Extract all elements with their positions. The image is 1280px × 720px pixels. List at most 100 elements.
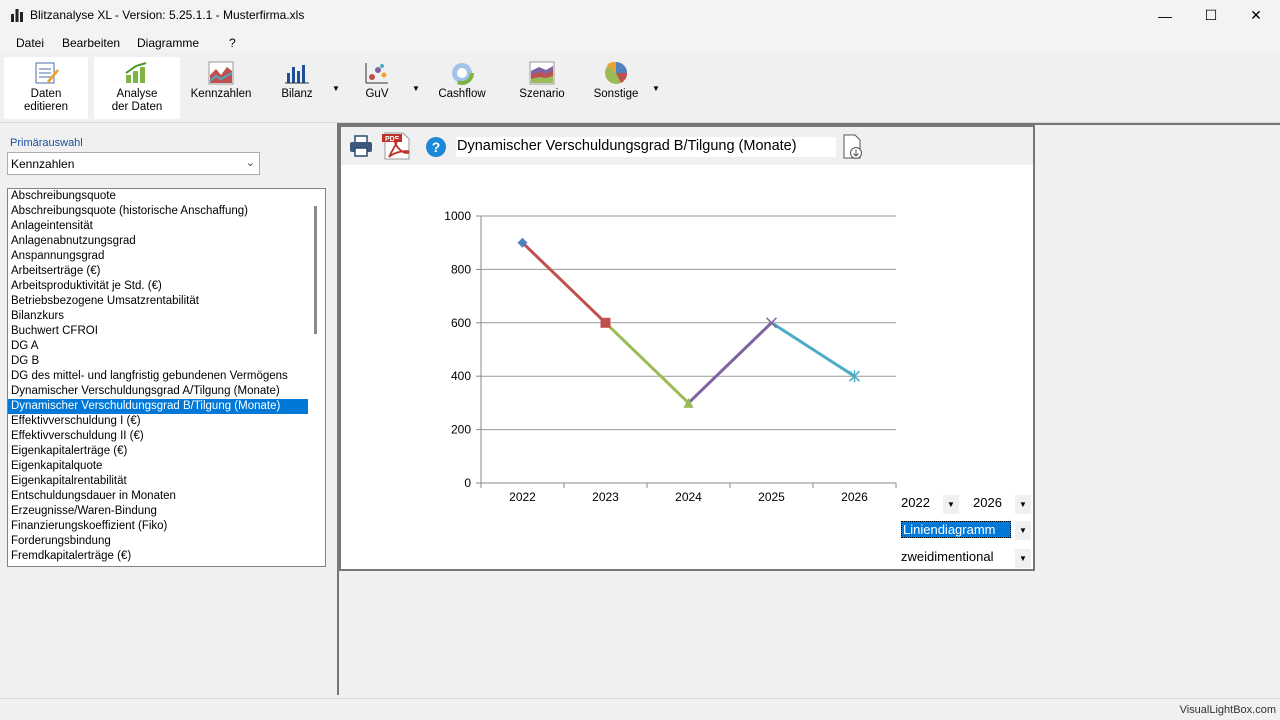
line-segment [521, 241, 607, 324]
status-bar: VisualLightBox.com [0, 698, 1280, 720]
x-tick-label: 2022 [509, 490, 536, 504]
analysis-icon [125, 62, 147, 83]
sonstige-button[interactable]: Sonstige [588, 57, 644, 119]
menu-bearbeiten[interactable]: Bearbeiten [62, 36, 120, 50]
y-tick-label: 1000 [444, 209, 471, 223]
app-icon [11, 9, 23, 22]
list-item[interactable]: Abschreibungsquote [8, 189, 308, 204]
szenario-icon [529, 61, 555, 85]
bilanz-label: Bilanz [281, 88, 313, 100]
chart-title-field[interactable]: Dynamischer Verschuldungsgrad B/Tilgung … [456, 137, 836, 157]
line-segment [687, 321, 773, 404]
year-to-value: 2026 [973, 495, 1002, 510]
toolbar: Daten editieren Analyse der Daten Kennza… [0, 53, 1280, 123]
primaerauswahl-label: Primärauswahl [10, 137, 83, 149]
y-tick-label: 800 [451, 262, 471, 276]
x-tick-label: 2026 [841, 490, 868, 504]
sonstige-dropdown-icon[interactable]: ▼ [652, 84, 660, 93]
chart-toolbar: PDF ? Dynamischer Verschuldungsgrad B/Ti… [341, 127, 1033, 165]
x-tick-label: 2023 [592, 490, 619, 504]
kennzahlen-list[interactable]: Abschreibungsquote Abschreibungsquote (hi… [7, 188, 326, 567]
list-item[interactable]: Effektivverschuldung I (€) [8, 414, 308, 429]
help-icon[interactable]: ? [425, 136, 447, 158]
list-item[interactable]: Fremdkapitalerträge (€) [8, 549, 308, 564]
list-item[interactable]: DG des mittel- und langfristig gebundene… [8, 369, 308, 384]
primaerauswahl-value: Kennzahlen [11, 157, 75, 171]
maximize-button[interactable]: ☐ [1188, 0, 1234, 31]
menu-help[interactable]: ? [229, 36, 236, 50]
print-icon[interactable] [349, 135, 373, 157]
guv-dropdown-icon[interactable]: ▼ [412, 84, 420, 93]
list-item[interactable]: Dynamischer Verschuldungsgrad B/Tilgung … [8, 399, 308, 414]
dropdown-arrow-icon: ▼ [1015, 521, 1031, 540]
y-tick-label: 400 [451, 369, 471, 383]
kennzahlen-icon [208, 61, 234, 85]
dimension-select[interactable]: zweidimentional ▼ [901, 549, 1031, 568]
kennzahlen-button[interactable]: Kennzahlen [186, 57, 256, 119]
chart-type-value: Liniendiagramm [901, 521, 1011, 538]
guv-label: GuV [365, 88, 389, 100]
pdf-icon[interactable]: PDF [381, 131, 413, 161]
analyse-label: Analyse der Daten [111, 88, 163, 113]
szenario-label: Szenario [519, 88, 565, 100]
list-item[interactable]: Finanzierungskoeffizient (Fiko) [8, 519, 308, 534]
line-segment [770, 321, 856, 378]
y-axis-ticks: 0 200 400 600 800 1000 [444, 209, 471, 490]
dimension-value: zweidimentional [901, 549, 994, 564]
primaerauswahl-select[interactable]: Kennzahlen ⌄ [7, 152, 260, 175]
menu-bar: Datei Bearbeiten Diagramme ? [0, 31, 1280, 53]
bilanz-icon [285, 65, 309, 84]
list-item[interactable]: DG B [8, 354, 308, 369]
chart-type-select[interactable]: Liniendiagramm ▼ [901, 521, 1031, 540]
list-item[interactable]: DG A [8, 339, 308, 354]
list-item[interactable]: Abschreibungsquote (historische Anschaff… [8, 204, 308, 219]
x-tick-label: 2024 [675, 490, 702, 504]
menu-diagramme[interactable]: Diagramme [137, 36, 199, 50]
bilanz-button[interactable]: Bilanz [270, 57, 324, 119]
list-scrollbar[interactable] [314, 206, 317, 334]
x-axis-ticks: 2022 2023 2024 2025 2026 [509, 490, 868, 504]
cashflow-label: Cashflow [438, 88, 486, 100]
list-item[interactable]: Erzeugnisse/Waren-Bindung [8, 504, 308, 519]
cashflow-button[interactable]: Cashflow [432, 57, 492, 119]
status-text: VisualLightBox.com [1179, 704, 1276, 716]
list-item[interactable]: Arbeitsproduktivität je Std. (€) [8, 279, 308, 294]
list-item[interactable]: Eigenkapitalquote [8, 459, 308, 474]
list-item[interactable]: Eigenkapitalrentabilität [8, 474, 308, 489]
svg-text:?: ? [432, 139, 441, 155]
y-tick-label: 200 [451, 423, 471, 437]
close-button[interactable]: ✕ [1233, 0, 1279, 31]
list-item[interactable]: Entschuldungsdauer in Monaten [8, 489, 308, 504]
year-from-select[interactable]: 2022 ▼ [901, 495, 959, 514]
daten-editieren-button[interactable]: Daten editieren [4, 57, 88, 119]
list-item[interactable]: Buchwert CFROI [8, 324, 308, 339]
list-item[interactable]: Dynamischer Verschuldungsgrad A/Tilgung … [8, 384, 308, 399]
minimize-button[interactable]: — [1142, 0, 1188, 31]
x-tick-label: 2025 [758, 490, 785, 504]
guv-button[interactable]: GuV [356, 57, 398, 119]
list-item[interactable]: Eigenkapitalerträge (€) [8, 444, 308, 459]
list-item[interactable]: Anlageintensität [8, 219, 308, 234]
list-item[interactable]: Anspannungsgrad [8, 249, 308, 264]
edit-data-icon [35, 62, 59, 84]
list-item[interactable]: Bilanzkurs [8, 309, 308, 324]
list-item[interactable]: Betriebsbezogene Umsatzrentabilität [8, 294, 308, 309]
bilanz-dropdown-icon[interactable]: ▼ [332, 84, 340, 93]
list-item[interactable]: Arbeitserträge (€) [8, 264, 308, 279]
line-segment [604, 321, 690, 404]
szenario-button[interactable]: Szenario [512, 57, 572, 119]
guv-icon [365, 63, 388, 84]
analyse-button[interactable]: Analyse der Daten [94, 57, 180, 119]
list-item[interactable]: Forderungsbindung [8, 534, 308, 549]
list-item[interactable]: Effektivverschuldung II (€) [8, 429, 308, 444]
kennzahlen-label: Kennzahlen [190, 88, 252, 100]
daten-editieren-label: Daten editieren [23, 88, 69, 113]
chevron-down-icon: ⌄ [245, 157, 255, 169]
menu-datei[interactable]: Datei [16, 36, 44, 50]
sonstige-icon [605, 61, 628, 84]
cashflow-icon [450, 61, 474, 85]
list-item[interactable]: Anlagenabnutzungsgrad [8, 234, 308, 249]
sonstige-label: Sonstige [593, 88, 639, 100]
export-icon[interactable] [841, 134, 865, 160]
year-to-select[interactable]: 2026 ▼ [973, 495, 1031, 514]
